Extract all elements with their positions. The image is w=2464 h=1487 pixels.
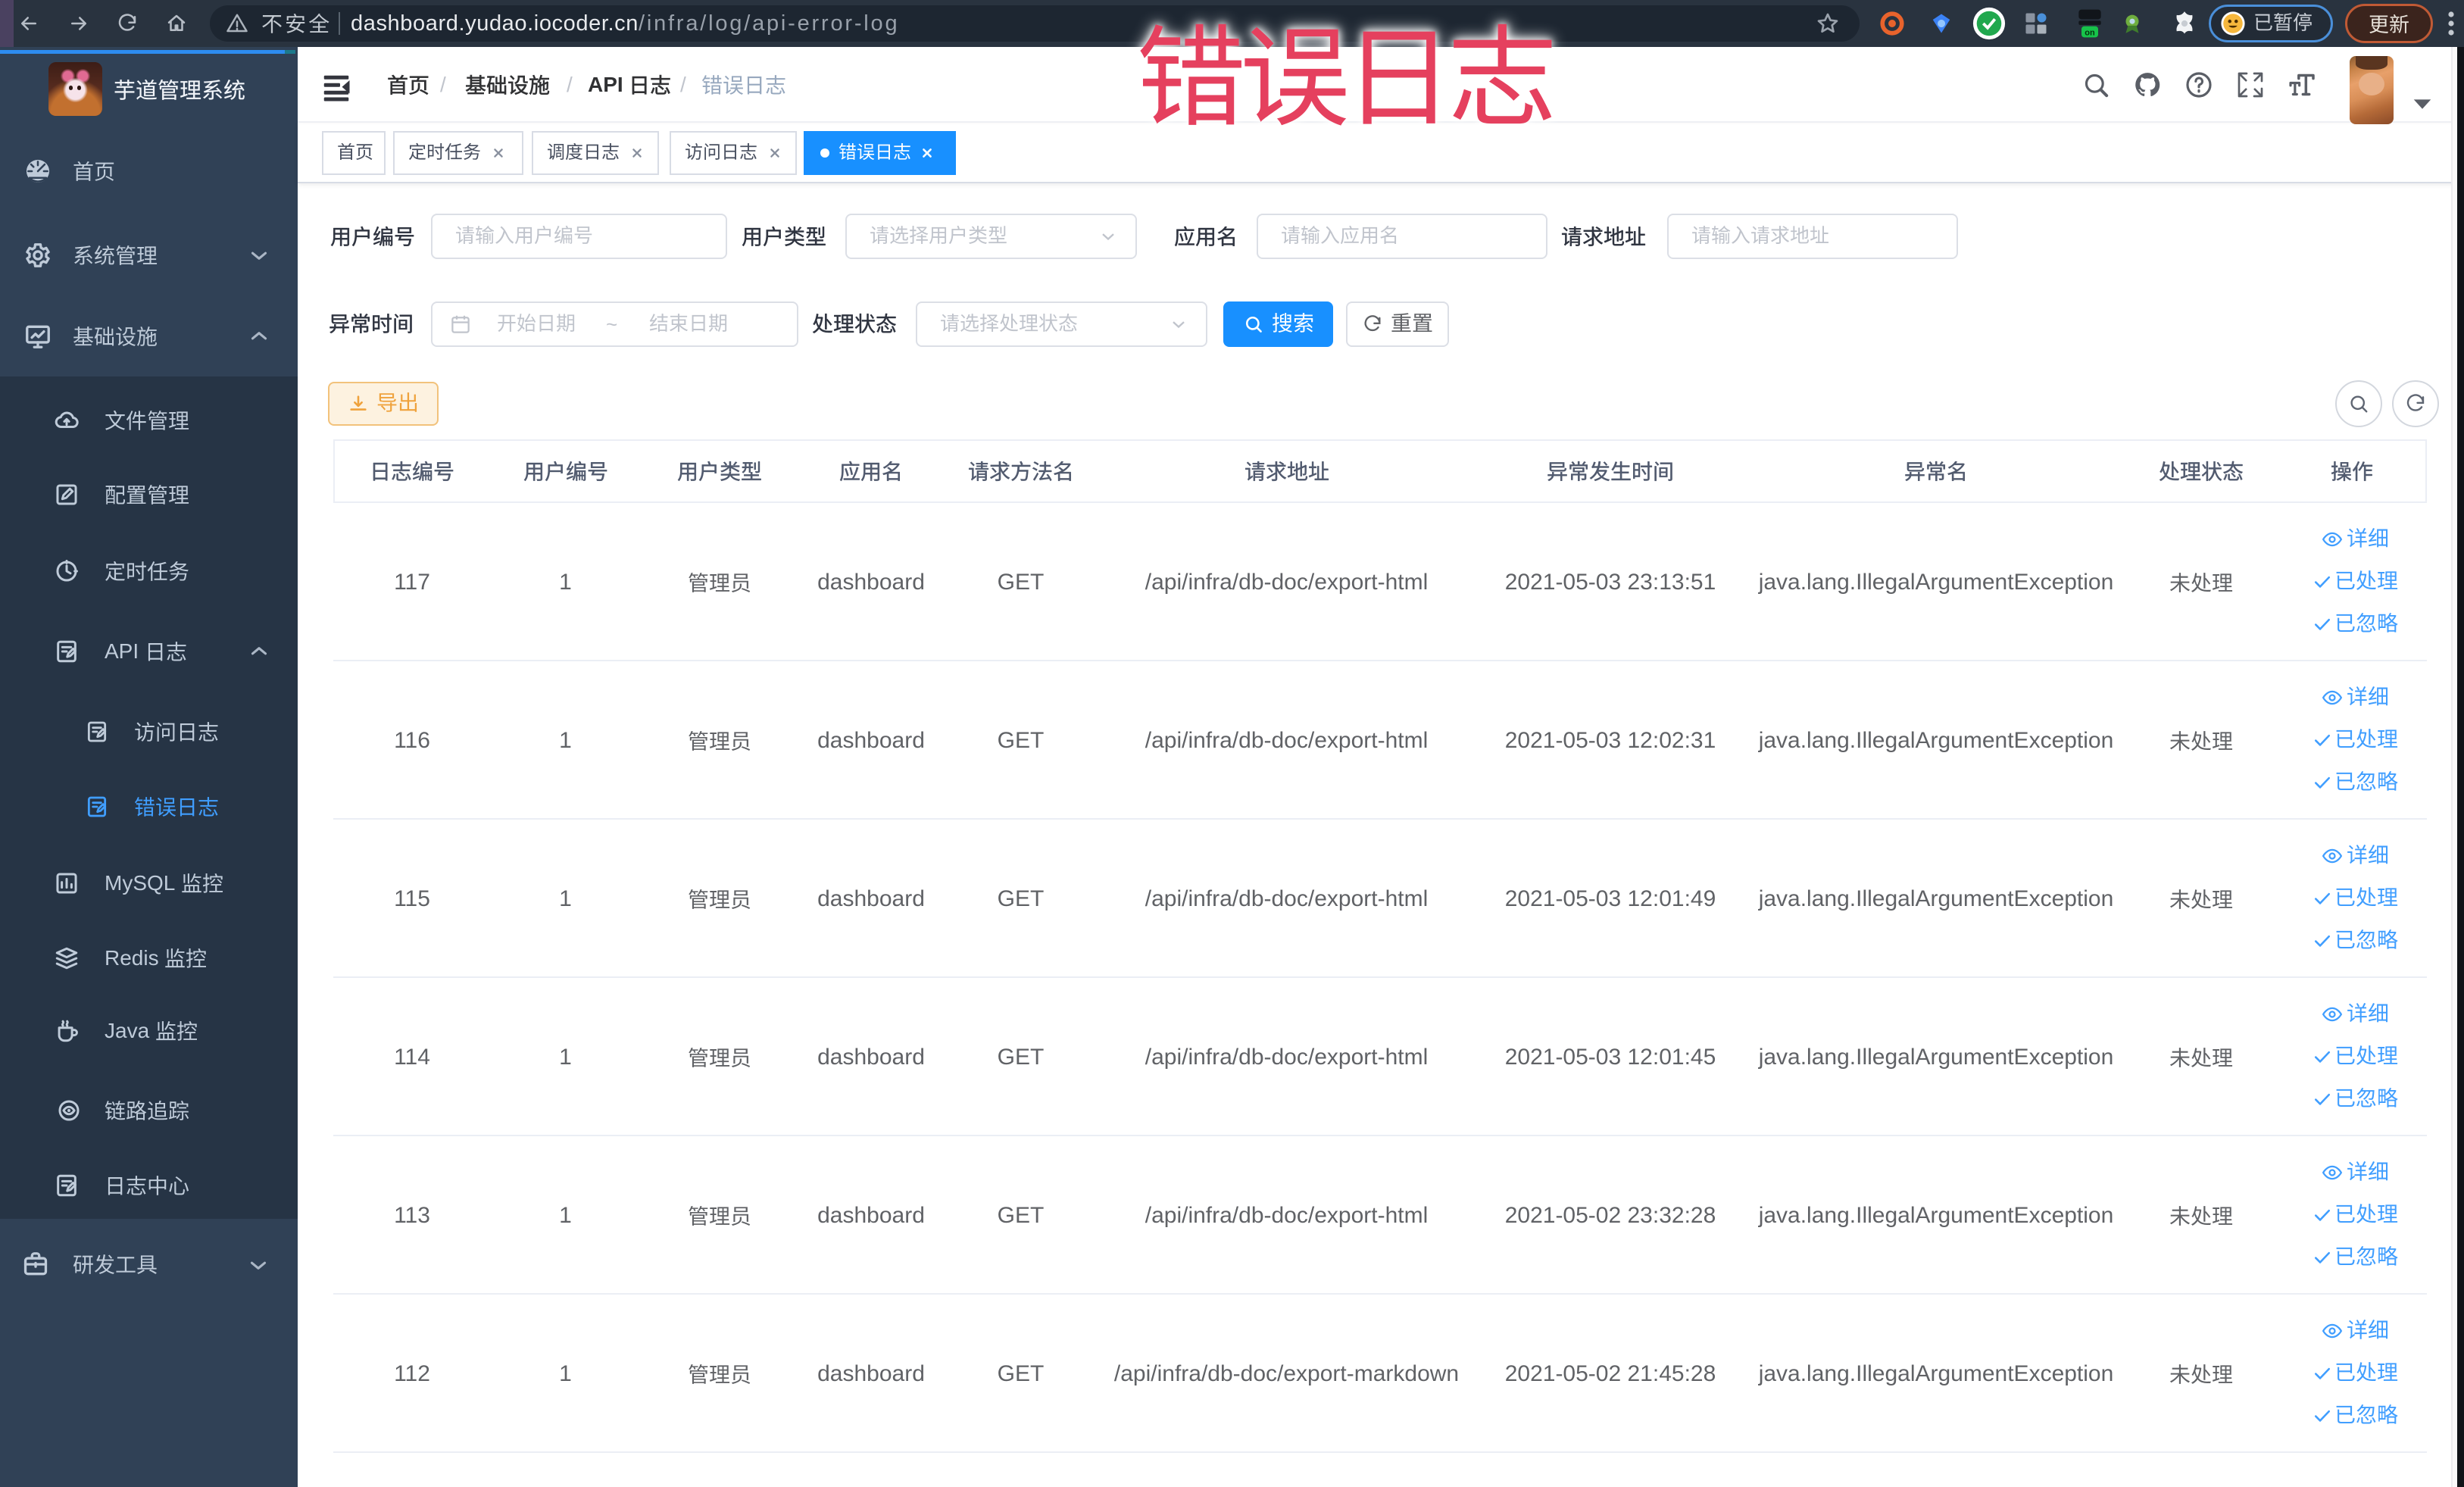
svg-text:on: on xyxy=(2085,29,2095,38)
